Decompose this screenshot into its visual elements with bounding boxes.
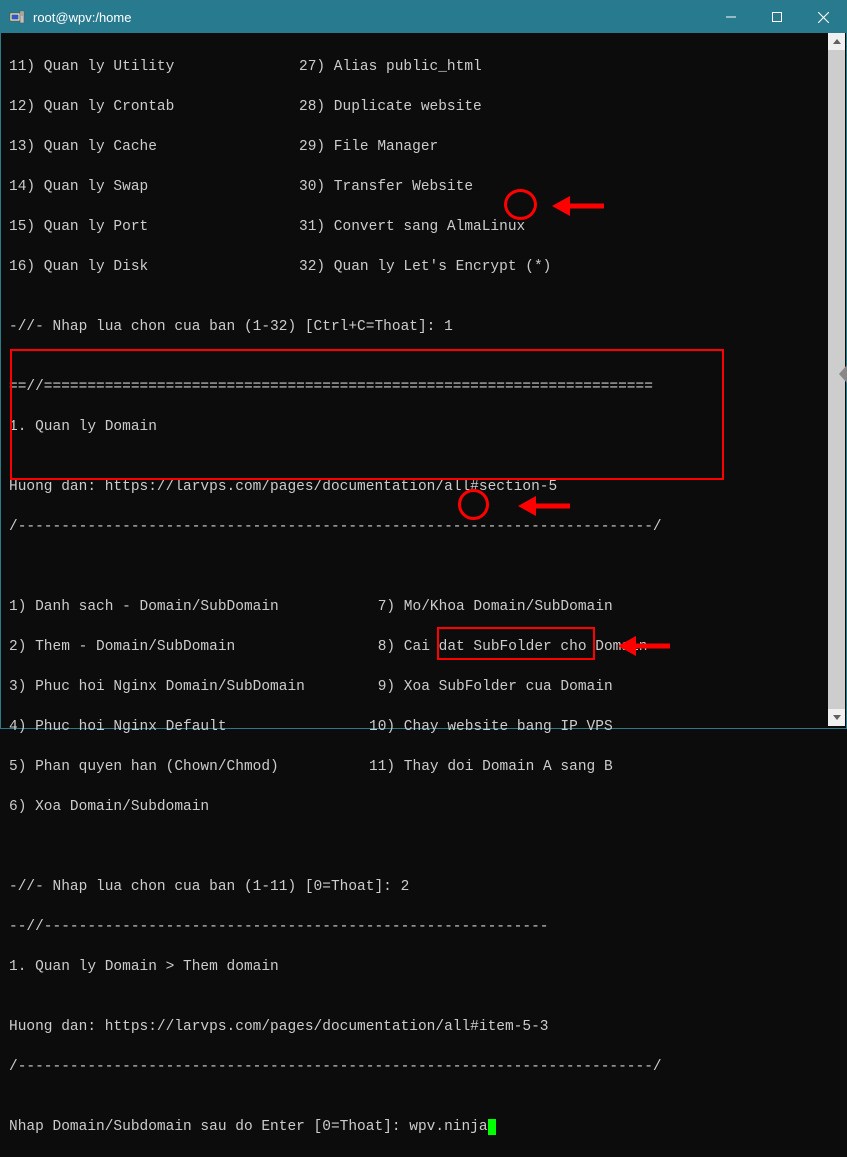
- separator: /---------------------------------------…: [9, 1057, 846, 1077]
- separator: ==//====================================…: [9, 377, 846, 397]
- putty-icon: [9, 9, 25, 25]
- titlebar: root@wpv:/home: [1, 1, 846, 33]
- resize-handle-icon: [839, 365, 847, 383]
- submenu-row: 3) Phuc hoi Nginx Domain/SubDomain 9) Xo…: [9, 677, 846, 697]
- menu-row: 15) Quan ly Port31) Convert sang AlmaLin…: [9, 217, 846, 237]
- separator: --//------------------------------------…: [9, 917, 846, 937]
- minimize-button[interactable]: [708, 1, 754, 33]
- terminal-output[interactable]: 11) Quan ly Utility27) Alias public_html…: [1, 33, 846, 728]
- section-title: 1. Quan ly Domain > Them domain: [9, 957, 846, 977]
- submenu-row: 6) Xoa Domain/Subdomain: [9, 797, 846, 817]
- guide-link: Huong dan: https://larvps.com/pages/docu…: [9, 477, 846, 497]
- submenu-row: 1) Danh sach - Domain/SubDomain 7) Mo/Kh…: [9, 597, 846, 617]
- prompt-2: -//- Nhap lua chon cua ban (1-11) [0=Tho…: [9, 877, 846, 897]
- menu-row: 14) Quan ly Swap30) Transfer Website: [9, 177, 846, 197]
- section-title: 1. Quan ly Domain: [9, 417, 846, 437]
- input-value-1: 1: [444, 319, 453, 335]
- input-value-2: 2: [401, 879, 410, 895]
- prompt-3: Nhap Domain/Subdomain sau do Enter [0=Th…: [9, 1117, 846, 1137]
- window-title: root@wpv:/home: [33, 10, 708, 25]
- guide-link: Huong dan: https://larvps.com/pages/docu…: [9, 1017, 846, 1037]
- submenu-block: 1) Danh sach - Domain/SubDomain 7) Mo/Kh…: [9, 577, 846, 837]
- maximize-button[interactable]: [754, 1, 800, 33]
- submenu-row: 2) Them - Domain/SubDomain 8) Cai dat Su…: [9, 637, 846, 657]
- submenu-row: 5) Phan quyen han (Chown/Chmod)11) Thay …: [9, 757, 846, 777]
- menu-row: 16) Quan ly Disk32) Quan ly Let's Encryp…: [9, 257, 846, 277]
- submenu-row: 4) Phuc hoi Nginx Default10) Chay websit…: [9, 717, 846, 737]
- separator: /---------------------------------------…: [9, 517, 846, 537]
- menu-row: 13) Quan ly Cache29) File Manager: [9, 137, 846, 157]
- prompt-1: -//- Nhap lua chon cua ban (1-32) [Ctrl+…: [9, 317, 846, 337]
- scroll-down-arrow[interactable]: [828, 709, 845, 726]
- close-button[interactable]: [800, 1, 846, 33]
- cursor: [488, 1119, 497, 1135]
- input-value-3: wpv.ninja: [409, 1119, 487, 1135]
- menu-row: 12) Quan ly Crontab28) Duplicate website: [9, 97, 846, 117]
- scroll-up-arrow[interactable]: [828, 33, 845, 50]
- menu-row: 11) Quan ly Utility27) Alias public_html: [9, 57, 846, 77]
